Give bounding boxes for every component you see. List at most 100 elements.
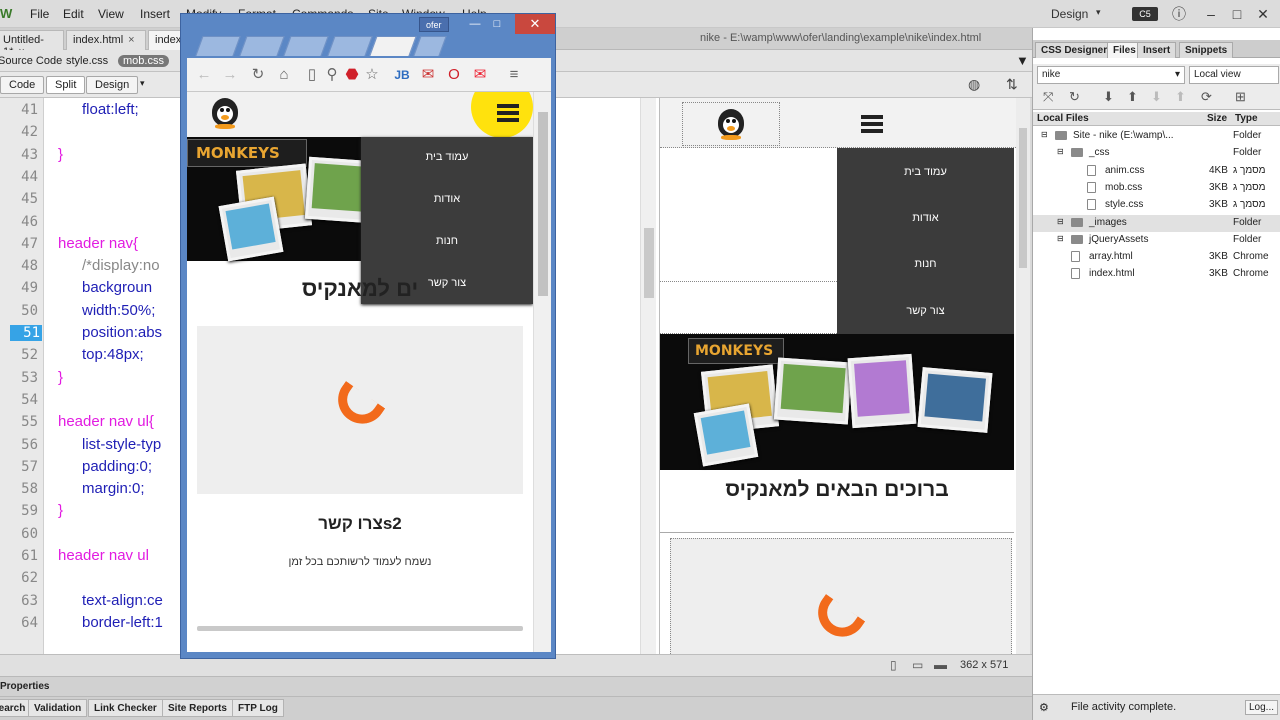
log-button[interactable]: Log... [1245,700,1279,715]
nav-item-about[interactable]: אודות [361,193,533,205]
connect-icon[interactable]: ⤧ [1043,89,1053,105]
view-select[interactable]: Local view [1189,66,1279,84]
design-scrollbar[interactable] [1016,98,1030,654]
chrome-tab[interactable] [239,36,285,56]
code-line[interactable]: } [58,146,63,163]
file-row[interactable]: ⊟ jQueryAssets Folder [1033,232,1280,249]
tab-ftp-log[interactable]: FTP Log [232,699,284,717]
tab-validation[interactable]: Validation [28,699,88,717]
desktop-size-icon[interactable]: ▬ [934,657,947,672]
live-design-view[interactable]: עמוד בית אודות חנות צור קשר MONKEYS ברוכ… [660,98,1030,654]
chrome-tab[interactable] [195,36,241,56]
code-line[interactable]: list-style-typ [82,436,161,453]
file-row[interactable]: ⊟ Site - nike (E:\wamp\... Folder [1033,128,1280,145]
reload-icon[interactable]: ↻ [249,66,267,84]
refresh-icon[interactable]: ↻ [1069,89,1080,105]
code-line[interactable]: float:left; [82,101,139,118]
properties-panel-header[interactable]: Properties [0,676,1032,696]
menu-insert[interactable]: Insert [140,7,170,21]
tab-insert[interactable]: Insert [1137,42,1177,58]
creative-cloud-badge[interactable]: C5 [1132,7,1158,21]
put-files-icon[interactable]: ⬆ [1127,89,1138,105]
minimize-icon[interactable]: – [1202,5,1220,23]
chrome-window[interactable]: ofer — □ ✕ ← → ↻ ⌂ ▯ ⚲ ⬣ ☆ JB ✉ O ✉ ≡ MO… [180,13,556,659]
expand-toggle-icon[interactable]: ⊟ [1057,147,1064,156]
scroll-thumb[interactable] [538,112,548,296]
col-local-files[interactable]: Local Files [1037,113,1089,124]
chevron-down-icon[interactable]: ▾ [140,78,145,89]
code-line[interactable]: padding:0; [82,458,152,475]
file-row[interactable]: index.html 3KB Chrome [1033,266,1280,283]
help-icon[interactable]: ⓘ [1170,5,1188,23]
tab-index[interactable]: index.html × [66,30,146,50]
mail-checker-icon[interactable]: ✉ [471,66,489,84]
code-line[interactable]: } [58,369,63,386]
related-source-code[interactable]: Source Code [0,55,62,67]
window-size-readout[interactable]: 362 x 571 [960,659,1008,671]
chrome-page[interactable]: MONKEYS עמוד בית אודות חנות צור קשר ים ל… [187,92,551,652]
close-icon[interactable]: × [128,34,134,46]
related-mob-css[interactable]: mob.css [118,55,169,67]
new-tab-button[interactable] [413,36,447,56]
expand-toggle-icon[interactable]: ⊟ [1057,217,1064,226]
hamburger-menu-icon[interactable] [497,104,519,122]
filter-icon[interactable]: ▼ [1016,53,1029,68]
nav-item-about[interactable]: אודות [837,212,1014,224]
opera-icon[interactable]: O [445,66,463,84]
code-line[interactable]: top:48px; [82,346,144,363]
sync-icon[interactable]: ⟳ [1201,89,1212,105]
file-row[interactable]: anim.css 4KB מסמך ג [1033,163,1280,180]
stop-extension-icon[interactable]: ⬣ [343,66,361,84]
col-size[interactable]: Size [1207,113,1227,124]
nav-item-shop[interactable]: חנות [361,235,533,247]
code-scrollbar[interactable] [640,98,656,658]
code-line[interactable]: header nav{ [58,235,138,252]
file-row[interactable]: mob.css 3KB מסמך ג [1033,180,1280,197]
code-line[interactable]: width:50%; [82,302,155,319]
chrome-menu-icon[interactable]: ≡ [505,66,523,84]
code-line[interactable]: text-align:ce [82,592,163,609]
checkout-icon[interactable]: ⬇ [1151,89,1162,105]
get-files-icon[interactable]: ⬇ [1103,89,1114,105]
chrome-tab[interactable] [327,36,373,56]
checkin-icon[interactable]: ⬆ [1175,89,1186,105]
chrome-tab[interactable] [283,36,329,56]
code-line[interactable]: header nav ul{ [58,413,154,430]
hamburger-menu-icon[interactable] [861,115,883,133]
expand-toggle-icon[interactable]: ⊟ [1057,234,1064,243]
maximize-icon[interactable]: □ [487,18,507,32]
search-icon[interactable]: ⚲ [323,66,341,84]
scroll-thumb[interactable] [644,228,654,298]
code-line[interactable]: } [58,502,63,519]
file-row[interactable]: ⊟ _images Folder [1033,214,1280,232]
tab-snippets[interactable]: Snippets [1179,42,1234,58]
horizontal-scrollbar[interactable] [197,626,523,631]
mobile-size-icon[interactable]: ▯ [890,658,897,672]
jb-extension-icon[interactable]: JB [393,66,411,84]
site-select[interactable]: nike ▾ [1037,66,1185,84]
expand-icon[interactable]: ⊞ [1235,89,1246,105]
file-row[interactable]: ⊟ _css Folder [1033,145,1280,162]
related-style-css[interactable]: style.css [66,55,108,67]
close-icon[interactable]: ✕ [515,14,555,34]
file-row[interactable]: array.html 3KB Chrome [1033,249,1280,266]
tab-site-reports[interactable]: Site Reports [162,699,233,717]
tab-link-checker[interactable]: Link Checker [88,699,163,717]
col-type[interactable]: Type [1235,113,1258,124]
back-icon[interactable]: ← [195,66,213,84]
menu-file[interactable]: File [30,7,49,21]
workspace-switcher[interactable]: Design [1051,7,1088,21]
menu-view[interactable]: View [98,7,124,21]
code-line[interactable]: header nav ul [58,547,149,564]
globe-icon[interactable]: ◍ [968,76,980,93]
design-view-button[interactable]: Design [86,76,139,94]
code-line[interactable]: margin:0; [82,480,145,497]
sort-arrows-icon[interactable]: ⇅ [1006,76,1018,93]
split-view-button[interactable]: Split [46,76,86,94]
tab-untitled[interactable]: Untitled-1*× [0,30,64,58]
nav-item-home[interactable]: עמוד בית [837,166,1014,178]
tab-css-designer[interactable]: CSS Designer [1035,42,1114,58]
nav-item-shop[interactable]: חנות [837,258,1014,270]
minimize-icon[interactable]: — [465,18,485,32]
code-line[interactable]: backgroun [82,279,152,296]
